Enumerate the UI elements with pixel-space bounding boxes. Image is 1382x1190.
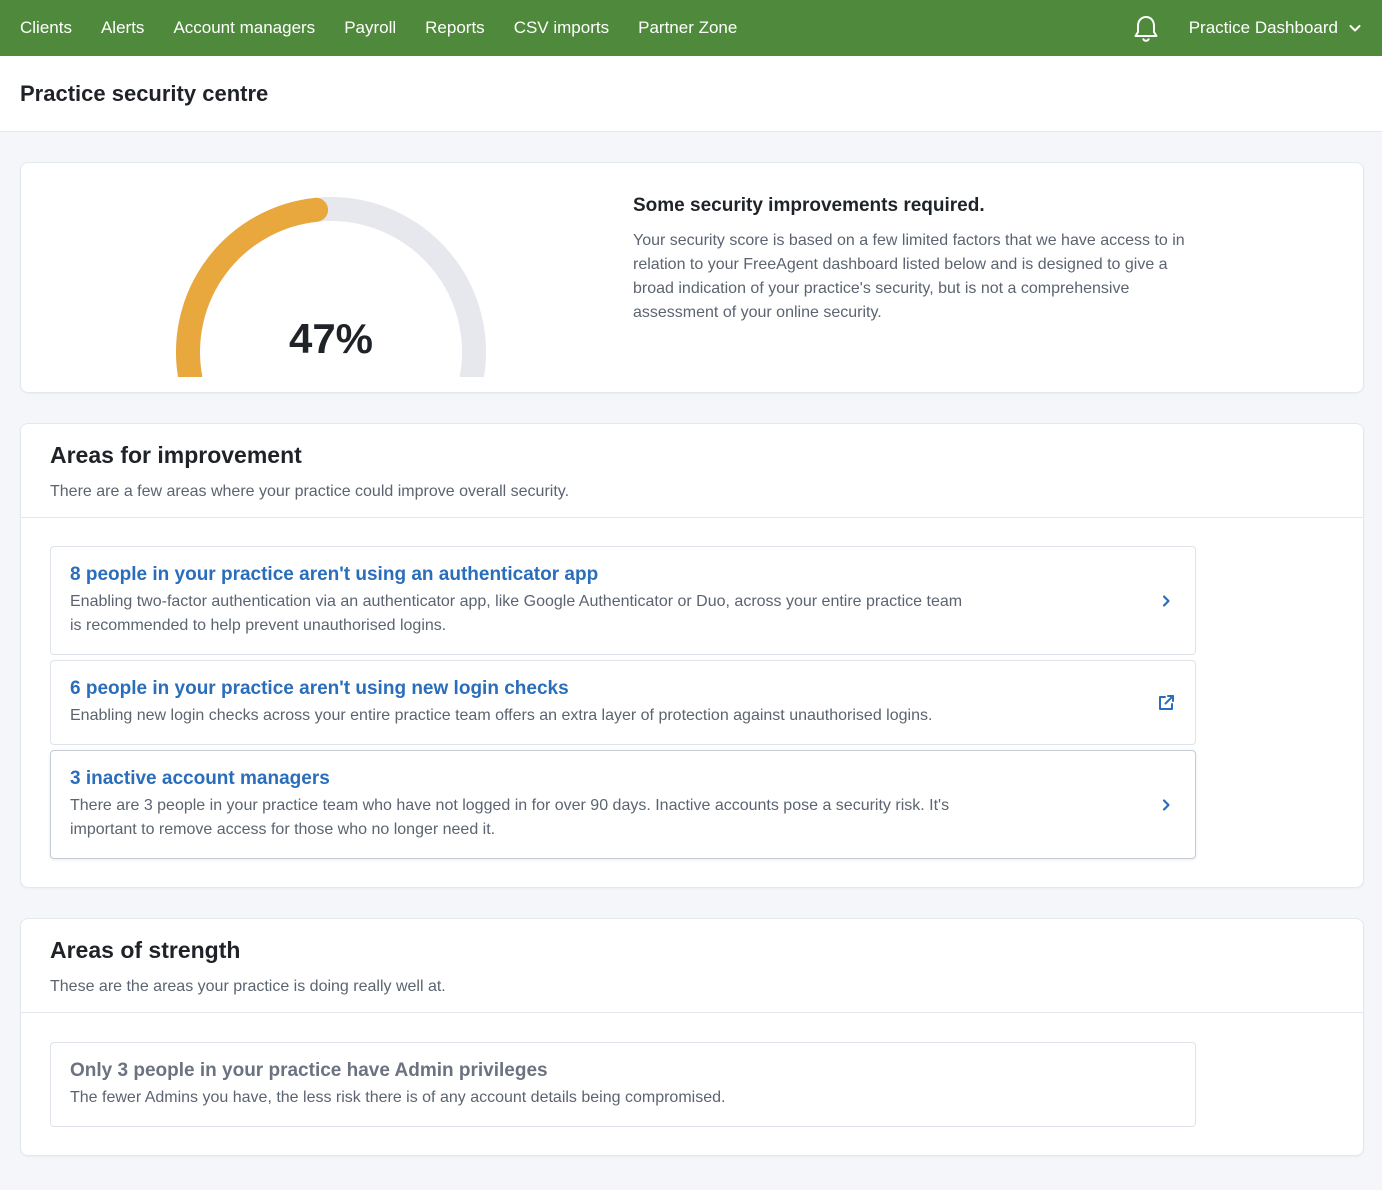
nav-link-partner-zone[interactable]: Partner Zone [638, 18, 737, 38]
score-description: Your security score is based on a few li… [633, 232, 1185, 321]
improvement-item-authenticator[interactable]: 8 people in your practice aren't using a… [50, 546, 1196, 655]
improvement-list: 8 people in your practice aren't using a… [21, 518, 1363, 887]
nav-link-csv-imports[interactable]: CSV imports [514, 18, 609, 38]
improvement-item-desc: Enabling new login checks across your en… [70, 707, 933, 724]
improvement-header: Areas for improvement There are a few ar… [21, 424, 1363, 518]
security-score-card: 47% Some security improvements required.… [20, 162, 1364, 393]
areas-of-strength-card: Areas of strength These are the areas yo… [20, 918, 1364, 1156]
strength-subtitle: These are the areas your practice is doi… [50, 978, 446, 995]
chevron-down-icon [1348, 21, 1362, 35]
nav-link-payroll[interactable]: Payroll [344, 18, 396, 38]
improvement-item-inactive-managers[interactable]: 3 inactive account managers There are 3 … [50, 750, 1196, 859]
nav-links: Clients Alerts Account managers Payroll … [20, 18, 766, 38]
security-score-value: 47% [288, 315, 374, 362]
page-header: Practice security centre [0, 56, 1382, 132]
improvement-item-title: 6 people in your practice aren't using n… [70, 678, 569, 699]
nav-link-account-managers[interactable]: Account managers [173, 18, 315, 38]
chevron-right-icon[interactable] [1155, 794, 1177, 816]
improvement-subtitle: There are a few areas where your practic… [50, 483, 570, 500]
score-heading: Some security improvements required. [633, 195, 985, 216]
practice-dashboard-dropdown[interactable]: Practice Dashboard [1189, 18, 1362, 38]
improvement-item-desc: Enabling two-factor authentication via a… [70, 593, 963, 634]
strength-header: Areas of strength These are the areas yo… [21, 919, 1363, 1013]
improvement-item-title: 8 people in your practice aren't using a… [70, 564, 599, 585]
strength-title: Areas of strength [50, 937, 241, 963]
external-link-icon[interactable] [1155, 692, 1177, 714]
nav-link-clients[interactable]: Clients [20, 18, 72, 38]
improvement-title: Areas for improvement [50, 442, 302, 468]
top-nav: Clients Alerts Account managers Payroll … [0, 0, 1382, 56]
strength-list: Only 3 people in your practice have Admi… [21, 1013, 1363, 1155]
bell-icon[interactable] [1133, 14, 1159, 42]
improvement-item-title: 3 inactive account managers [70, 768, 330, 789]
nav-right: Practice Dashboard [1133, 14, 1362, 42]
score-summary: Some security improvements required. You… [633, 195, 1203, 325]
strength-item-admin-privileges: Only 3 people in your practice have Admi… [50, 1042, 1196, 1127]
nav-link-alerts[interactable]: Alerts [101, 18, 144, 38]
page-title: Practice security centre [20, 80, 269, 106]
nav-link-reports[interactable]: Reports [425, 18, 485, 38]
strength-item-title: Only 3 people in your practice have Admi… [70, 1060, 548, 1081]
improvement-item-desc: There are 3 people in your practice team… [70, 797, 950, 838]
improvement-item-login-checks[interactable]: 6 people in your practice aren't using n… [50, 660, 1196, 745]
strength-item-desc: The fewer Admins you have, the less risk… [70, 1089, 726, 1106]
areas-for-improvement-card: Areas for improvement There are a few ar… [20, 423, 1364, 888]
practice-dashboard-label: Practice Dashboard [1188, 18, 1338, 37]
chevron-right-icon[interactable] [1155, 590, 1177, 612]
